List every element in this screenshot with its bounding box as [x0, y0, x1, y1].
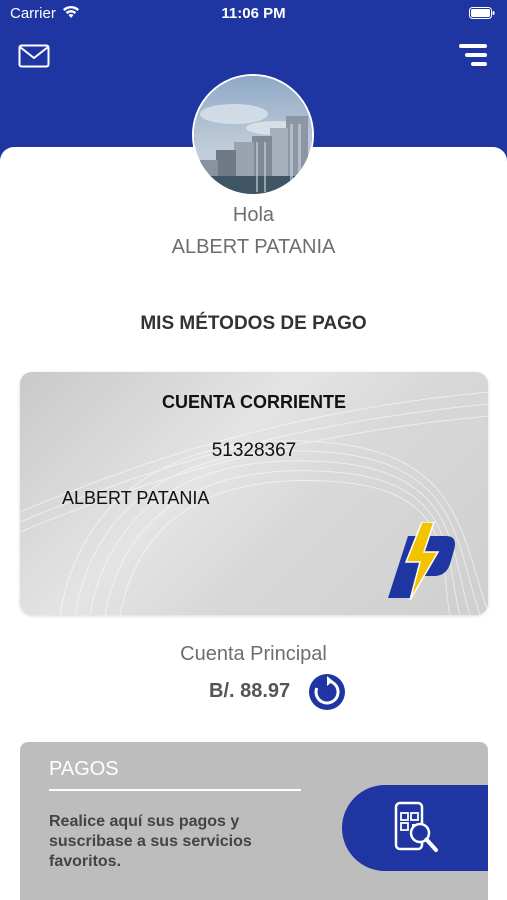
card-holder: ALBERT PATANIA [62, 488, 210, 508]
section-title: MIS MÉTODOS DE PAGO [140, 313, 367, 334]
status-time: 11:06 PM [221, 5, 286, 22]
avatar[interactable] [192, 74, 314, 196]
payment-card[interactable]: CUENTA CORRIENTE 51328367 ALBERT PATANIA [20, 372, 488, 615]
mail-icon[interactable] [18, 44, 50, 68]
card-number: 51328367 [211, 440, 297, 461]
bolt-p-logo [388, 522, 455, 600]
user-name: ALBERT PATANIA [171, 236, 336, 258]
menu-icon[interactable] [459, 43, 487, 69]
payments-section[interactable]: PAGOS Realice aquí sus pagos y suscribas… [20, 742, 488, 900]
payments-divider [49, 789, 301, 791]
payments-description: Realice aquí sus pagos y suscribase a su… [49, 813, 252, 870]
account-label: Cuenta Principal [180, 643, 327, 665]
status-bar: Carrier 11:06 PM [0, 0, 507, 28]
payments-button[interactable] [342, 785, 488, 871]
refresh-icon[interactable] [308, 673, 346, 711]
payments-title: PAGOS [49, 758, 119, 780]
greeting-text: Hola [232, 204, 275, 226]
battery-icon [469, 7, 495, 19]
avatar-photo [194, 76, 312, 194]
card-type: CUENTA CORRIENTE [162, 392, 346, 412]
account-balance: B/. 88.97 [209, 680, 291, 702]
qr-phone-icon [394, 801, 438, 852]
